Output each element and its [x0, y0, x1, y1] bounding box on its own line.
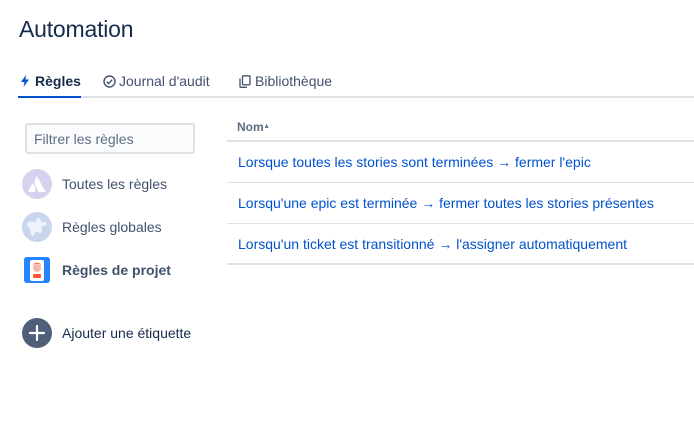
sidebar-item-project-rules[interactable]: Règles de projet [22, 255, 171, 285]
lightning-icon [18, 73, 32, 89]
table-row: Lorsqu'un ticket est transitionné → l'as… [227, 224, 694, 265]
project-avatar-icon [24, 257, 50, 283]
rule-link[interactable]: Lorsqu'une epic est terminée → fermer to… [238, 195, 654, 211]
page-title: Automation [19, 16, 134, 42]
rules-table: Nom ▴ Lorsque toutes les stories sont te… [227, 113, 694, 265]
tab-regles[interactable]: Règles [18, 73, 81, 98]
add-label-button[interactable]: Ajouter une étiquette [22, 318, 191, 348]
tab-label: Règles [35, 73, 81, 89]
tab-journal-audit[interactable]: Journal d'audit [102, 73, 210, 98]
table-row: Lorsqu'une epic est terminée → fermer to… [227, 183, 694, 224]
rule-link[interactable]: Lorsqu'un ticket est transitionné → l'as… [238, 236, 627, 252]
sidebar-item-label: Toutes les règles [62, 176, 168, 192]
column-header-name[interactable]: Nom ▴ [227, 113, 694, 142]
table-row: Lorsque toutes les stories sont terminée… [227, 142, 694, 183]
tab-label: Journal d'audit [119, 73, 210, 89]
copy-icon [238, 73, 252, 89]
sidebar-item-global-rules[interactable]: Règles globales [22, 212, 162, 242]
sort-ascending-icon: ▴ [264, 121, 269, 130]
globe-icon [22, 212, 52, 242]
rule-link[interactable]: Lorsque toutes les stories sont terminée… [238, 154, 591, 170]
sidebar-item-label: Règles de projet [62, 262, 171, 278]
check-circle-icon [102, 73, 116, 89]
atlassian-logo-icon [22, 169, 52, 199]
tab-bibliotheque[interactable]: Bibliothèque [238, 73, 332, 98]
filter-rules-input[interactable] [25, 123, 195, 154]
tab-label: Bibliothèque [255, 73, 333, 89]
column-header-label: Nom [237, 119, 264, 134]
tab-bar: Règles Journal d'audit Bibliothèque [18, 66, 694, 98]
add-icon [22, 318, 52, 348]
add-label-text: Ajouter une étiquette [62, 325, 192, 341]
sidebar-item-label: Règles globales [62, 219, 162, 235]
sidebar-item-all-rules[interactable]: Toutes les règles [22, 169, 167, 199]
